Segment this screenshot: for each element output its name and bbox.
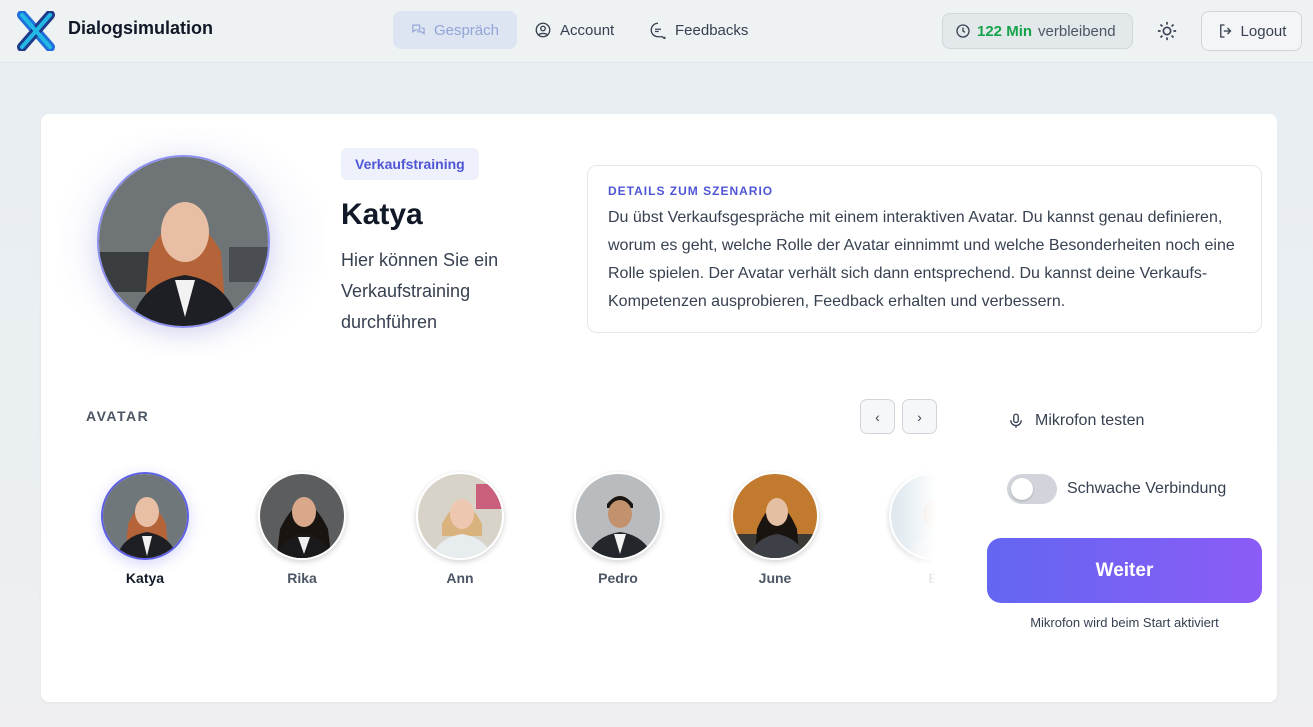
avatar-thumbnail [731,472,819,560]
avatar-name: June [758,570,792,586]
avatar-option-ann[interactable]: Ann [400,472,520,586]
weak-connection-label: Schwache Verbindung [1067,480,1227,497]
time-remaining-suffix: verbleibend [1038,22,1116,40]
avatar-prev-button[interactable]: ‹ [860,399,895,434]
scenario-card: Verkaufstraining Katya Hier können Sie e… [41,114,1277,702]
brand-name: Dialogsimulation [68,18,214,38]
avatar-thumbnail [101,472,189,560]
chat-icon [412,24,425,35]
avatar-name: Ann [446,570,474,586]
avatar-thumbnail [574,472,662,560]
nav-gespraech[interactable]: Gespräch [393,11,517,49]
weak-connection-row: Schwache Verbindung [1007,474,1226,504]
carousel-fade [896,464,936,594]
scenario-details-box: DETAILS ZUM SZENARIO Du übst Verkaufsges… [587,165,1262,333]
avatar-name: Katya [125,570,165,586]
nav-account-label: Account [560,21,615,39]
details-title: DETAILS ZUM SZENARIO [608,184,774,198]
logo-icon [17,11,55,51]
logout-icon [1219,24,1232,38]
avatar-section-label: AVATAR [86,408,150,424]
time-remaining-value: 122 Min [977,22,1033,40]
nav-account[interactable]: Account [516,11,632,49]
scenario-description: Hier können Sie ein Verkaufstraining dur… [341,250,499,332]
avatar-thumbnail [416,472,504,560]
nav-gespraech-label: Gespräch [433,21,499,39]
nav-feedbacks-label: Feedbacks [675,21,749,39]
nav-feedbacks[interactable]: Feedbacks [631,11,766,49]
logout-button[interactable]: Logout [1201,11,1302,51]
avatar-option-rika[interactable]: Rika [242,472,362,586]
scenario-avatar-name: Katya [341,198,423,231]
avatar-thumbnail [258,472,346,560]
details-text: Du übst Verkaufsgespräche mit einem inte… [608,209,1235,310]
mic-test-label: Mikrofon testen [1035,412,1145,429]
toggle-knob [1011,478,1033,500]
avatar-next-button[interactable]: › [902,399,937,434]
avatar-option-june[interactable]: June [715,472,835,586]
feedback-icon [650,22,666,39]
avatar-option-pedro[interactable]: Pedro [558,472,678,586]
user-circle-icon [535,22,551,38]
sun-icon[interactable] [1156,20,1178,42]
mic-test-button[interactable]: Mikrofon testen [1007,412,1144,430]
avatar-name: Pedro [598,570,638,586]
continue-note: Mikrofon wird beim Start aktiviert [1030,615,1219,630]
continue-button[interactable]: Weiter [987,538,1262,603]
avatar-carousel: Katya Rika Ann Pedro June [81,464,936,594]
weak-connection-toggle[interactable] [1007,474,1057,504]
scenario-tag: Verkaufstraining [341,148,479,180]
chevron-left-icon: ‹ [875,408,880,425]
clock-icon [956,24,970,38]
top-header: Dialogsimulation Gespräch Account Feedba… [0,0,1313,63]
selected-avatar-image [97,155,270,328]
microphone-icon [1010,413,1022,428]
avatar-name: Rika [287,570,317,586]
avatar-option-katya[interactable]: Katya [85,472,205,586]
time-remaining-badge: 122 Min verbleibend [942,13,1133,49]
logout-label: Logout [1240,22,1287,40]
chevron-right-icon: › [917,408,922,425]
